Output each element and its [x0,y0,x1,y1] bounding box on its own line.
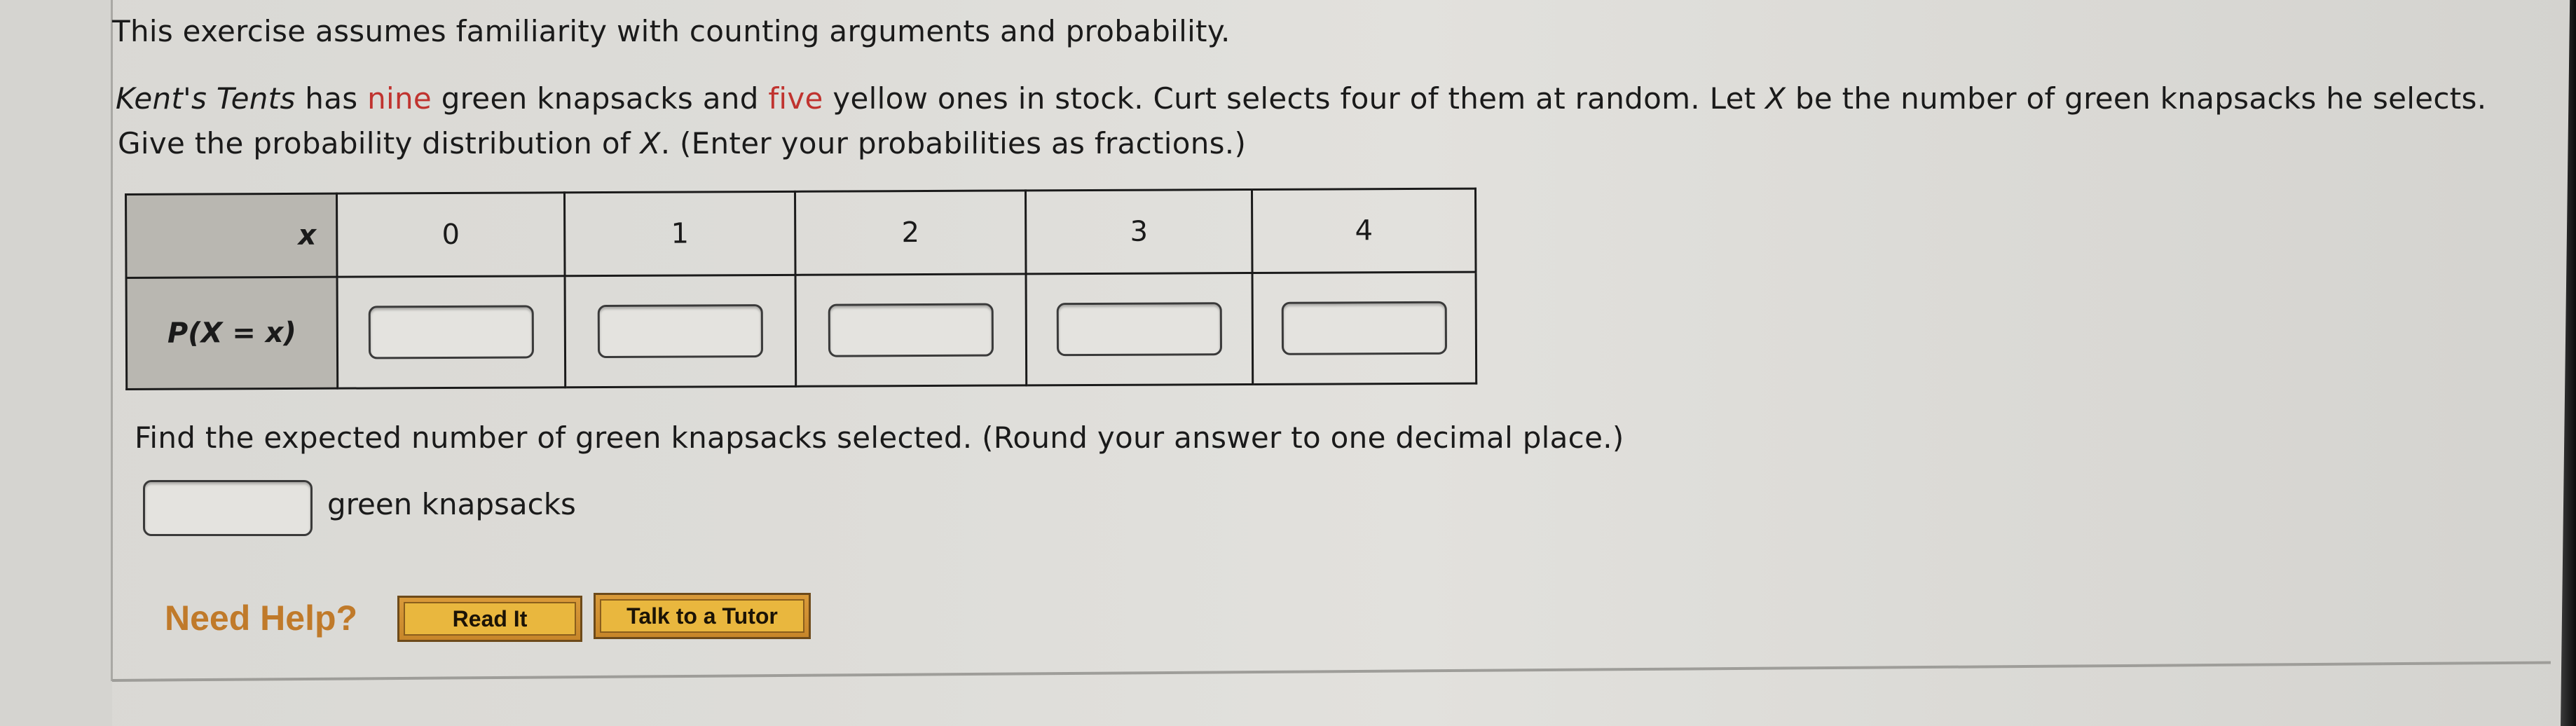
panel-bottom-border [111,661,2551,682]
x-value-cell: 2 [795,190,1027,275]
x-values-row: x 0 1 2 3 4 [125,189,1477,278]
probability-cell [1252,272,1477,385]
x-value-cell: 0 [336,192,566,278]
probability-cell [795,273,1027,387]
expected-value-input[interactable] [143,480,313,536]
question-text: be the number of green knapsacks he sele… [1786,81,2487,116]
question-line-1: Kent's Tents has nine green knapsacks an… [116,81,2486,116]
expected-value-prompt: Find the expected number of green knapsa… [135,420,1624,455]
question-text: Give the probability distribution of [118,126,640,160]
variable-x: X [640,126,661,160]
expected-value-unit: green knapsacks [327,487,576,521]
probability-input-x0[interactable] [368,305,535,359]
x-value-cell: 1 [564,191,796,276]
read-it-button-label: Read It [404,602,576,636]
probability-input-x3[interactable] [1056,302,1223,357]
x-value-cell: 4 [1252,189,1477,273]
probability-input-x4[interactable] [1281,301,1448,355]
talk-to-tutor-button[interactable]: Talk to a Tutor [594,593,811,639]
x-header: x [125,193,338,278]
question-text: yellow ones in stock. Curt selects four … [823,81,1766,116]
question-text: has [295,81,368,116]
question-text: . (Enter your probabilities as fractions… [660,126,1247,160]
green-count: nine [367,81,432,116]
question-line-2: Give the probability distribution of X. … [118,126,1246,160]
intro-text: This exercise assumes familiarity with c… [112,14,1231,48]
probability-cell [337,275,566,389]
probability-header: P(X = x) [126,277,338,390]
question-text: green knapsacks and [432,81,769,116]
probability-distribution-table: x 0 1 2 3 4 P(X = x) [125,188,1477,390]
panel-left-border [111,0,113,681]
talk-to-tutor-button-label: Talk to a Tutor [600,599,804,633]
company-name: Kent's Tents [116,81,296,116]
probability-cell [1026,273,1253,385]
yellow-count: five [768,81,823,116]
variable-x: X [1765,81,1786,116]
page-gutter [0,0,112,726]
probability-cell [565,275,796,388]
screen-bezel [2561,0,2576,726]
probability-input-x1[interactable] [597,304,764,359]
probability-row: P(X = x) [126,272,1477,390]
x-value-cell: 3 [1025,189,1253,274]
read-it-button[interactable]: Read It [397,596,582,642]
probability-input-x2[interactable] [828,303,994,357]
need-help-label: Need Help? [165,598,358,638]
